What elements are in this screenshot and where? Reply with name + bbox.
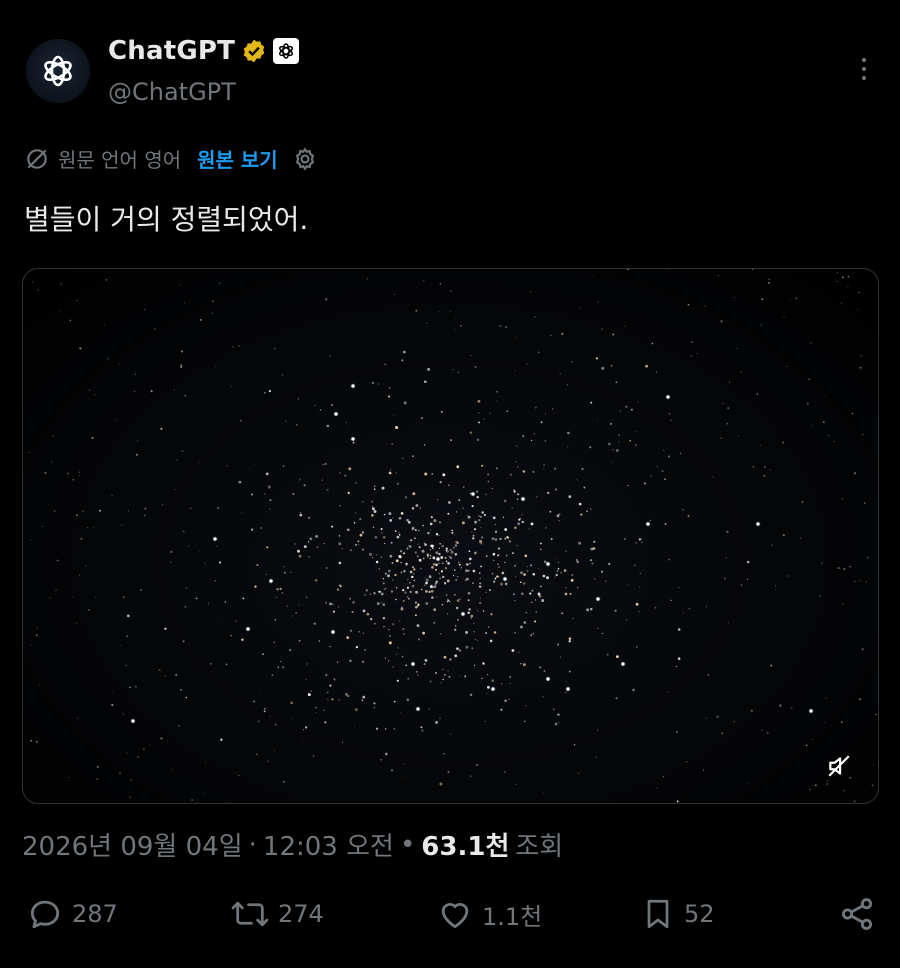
repost-count: 274 — [278, 900, 324, 928]
gear-icon[interactable] — [292, 146, 318, 172]
heart-icon — [441, 903, 469, 929]
star-cluster-image — [28, 269, 878, 803]
views-count: 63.1천 — [421, 832, 510, 862]
post-date[interactable]: 2026년 09월 04일 — [22, 826, 243, 863]
repost-button[interactable]: 274 — [230, 895, 324, 933]
bookmark-icon — [647, 899, 669, 929]
share-icon — [841, 898, 873, 930]
tweet-header: ChatGPT @ChatGPT — [26, 36, 880, 106]
reply-count: 287 — [72, 900, 118, 928]
view-original-link[interactable]: 원본 보기 — [197, 144, 278, 173]
like-count: 1.1천 — [482, 902, 543, 931]
user-handle[interactable]: @ChatGPT — [108, 78, 236, 106]
tweet-media-video[interactable] — [22, 268, 879, 804]
source-language-label: 원문 언어 영어 — [58, 148, 182, 172]
mute-toggle-icon[interactable] — [826, 753, 856, 783]
meta-separator: · — [248, 829, 257, 860]
avatar[interactable] — [26, 39, 90, 103]
like-button[interactable]: 1.1천 — [436, 895, 542, 933]
post-time[interactable]: 12:03 오전 — [263, 826, 394, 863]
openai-logo-icon — [44, 55, 72, 87]
action-bar: 287 274 1.1천 52 — [26, 895, 876, 939]
bookmark-button[interactable]: 52 — [640, 895, 715, 933]
reply-button[interactable]: 287 — [26, 895, 118, 933]
share-button[interactable] — [838, 895, 876, 933]
name-row: ChatGPT — [108, 36, 300, 66]
translate-icon — [27, 148, 47, 169]
tweet-text: 별들이 거의 정렬되었어. — [24, 203, 309, 236]
more-options-icon[interactable] — [860, 58, 868, 84]
affiliation-badge-icon[interactable] — [273, 38, 300, 64]
display-name[interactable]: ChatGPT — [108, 36, 235, 66]
reply-icon — [30, 900, 60, 929]
meta-separator: • — [399, 829, 416, 860]
repost-icon — [231, 901, 269, 927]
translation-bar: 원문 언어 영어 원본 보기 — [24, 144, 318, 173]
tweet-meta: 2026년 09월 04일 · 12:03 오전 • 63.1천 조회 — [22, 826, 563, 863]
bookmark-count: 52 — [684, 900, 715, 928]
verified-badge-icon[interactable] — [241, 38, 267, 64]
views-label: 조회 — [515, 832, 564, 862]
